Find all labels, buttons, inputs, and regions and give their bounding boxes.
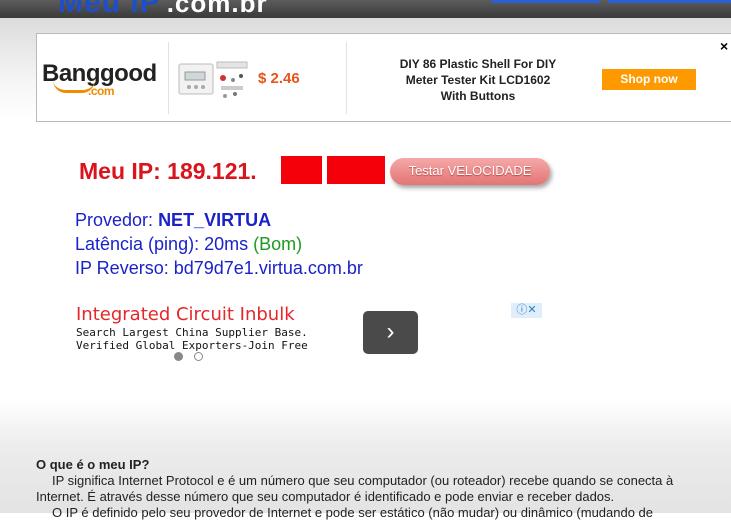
google-ad-line: Verified Global Exporters-Join Free xyxy=(76,339,308,352)
product-price: $ 2.46 xyxy=(258,70,300,87)
site-header: Meu IP .com.br xyxy=(0,0,731,20)
banggood-smile-icon xyxy=(53,80,95,93)
provider-value: NET_VIRTUA xyxy=(158,210,272,230)
faq-line: O IP é definido pelo seu provedor de Int… xyxy=(52,505,654,520)
product-image[interactable] xyxy=(177,56,251,102)
test-speed-button[interactable]: Testar VELOCIDADE xyxy=(390,158,550,185)
close-icon[interactable]: × xyxy=(720,38,728,54)
reverse-ip-line: IP Reverso: bd79d7e1.virtua.com.br xyxy=(75,258,363,279)
latency-label: Latência (ping): xyxy=(75,234,200,254)
faq-paragraph: IP significa Internet Protocol e é um nú… xyxy=(36,473,731,521)
nav-tab-1[interactable] xyxy=(492,0,600,3)
google-ad-title[interactable]: Integrated Circuit Inbulk xyxy=(76,304,295,325)
google-ad-line: Search Largest China Supplier Base. xyxy=(76,326,308,339)
faq-question: O que é o meu IP? xyxy=(36,457,150,472)
provider-line: Provedor: NET_VIRTUA xyxy=(75,210,271,231)
site-logo[interactable]: Meu IP .com.br xyxy=(58,0,268,20)
redaction-block xyxy=(327,156,385,184)
carousel-dot[interactable] xyxy=(194,352,203,361)
reverse-value: bd79d7e1.virtua.com.br xyxy=(173,258,363,278)
shop-now-button[interactable]: Shop now xyxy=(602,69,696,90)
adchoices-icon[interactable]: ⓘ✕ xyxy=(511,303,542,318)
google-ad-description: Search Largest China Supplier Base. Veri… xyxy=(76,326,308,352)
ip-display: Meu IP: 189.121. xyxy=(79,158,257,185)
nav-tab-2[interactable] xyxy=(608,0,731,3)
logo-suffix: .com.br xyxy=(166,0,268,18)
ip-value: 189.121. xyxy=(167,158,257,184)
ip-label: Meu IP: xyxy=(79,158,161,184)
latency-line: Latência (ping): 20ms (Bom) xyxy=(75,234,302,255)
faq-line: IP significa Internet Protocol e é um nú… xyxy=(52,473,674,488)
top-ad-banner[interactable]: Banggood .com $ 2.46 DIY 86 Plastic Shel… xyxy=(36,33,731,122)
ad-next-button[interactable]: › xyxy=(363,311,418,354)
ad-divider xyxy=(168,42,169,114)
logo-main: Meu IP xyxy=(58,0,161,19)
carousel-dot-active[interactable] xyxy=(174,352,183,361)
ad-divider xyxy=(346,42,347,114)
product-title[interactable]: DIY 86 Plastic Shell For DIY Meter Teste… xyxy=(393,56,563,104)
faq-line: Internet. É através desse número que seu… xyxy=(36,489,615,504)
provider-label: Provedor: xyxy=(75,210,154,230)
latency-status: (Bom) xyxy=(253,234,303,254)
reverse-label: IP Reverso: xyxy=(75,258,169,278)
latency-value: 20ms xyxy=(204,234,249,254)
redaction-block xyxy=(281,156,322,184)
